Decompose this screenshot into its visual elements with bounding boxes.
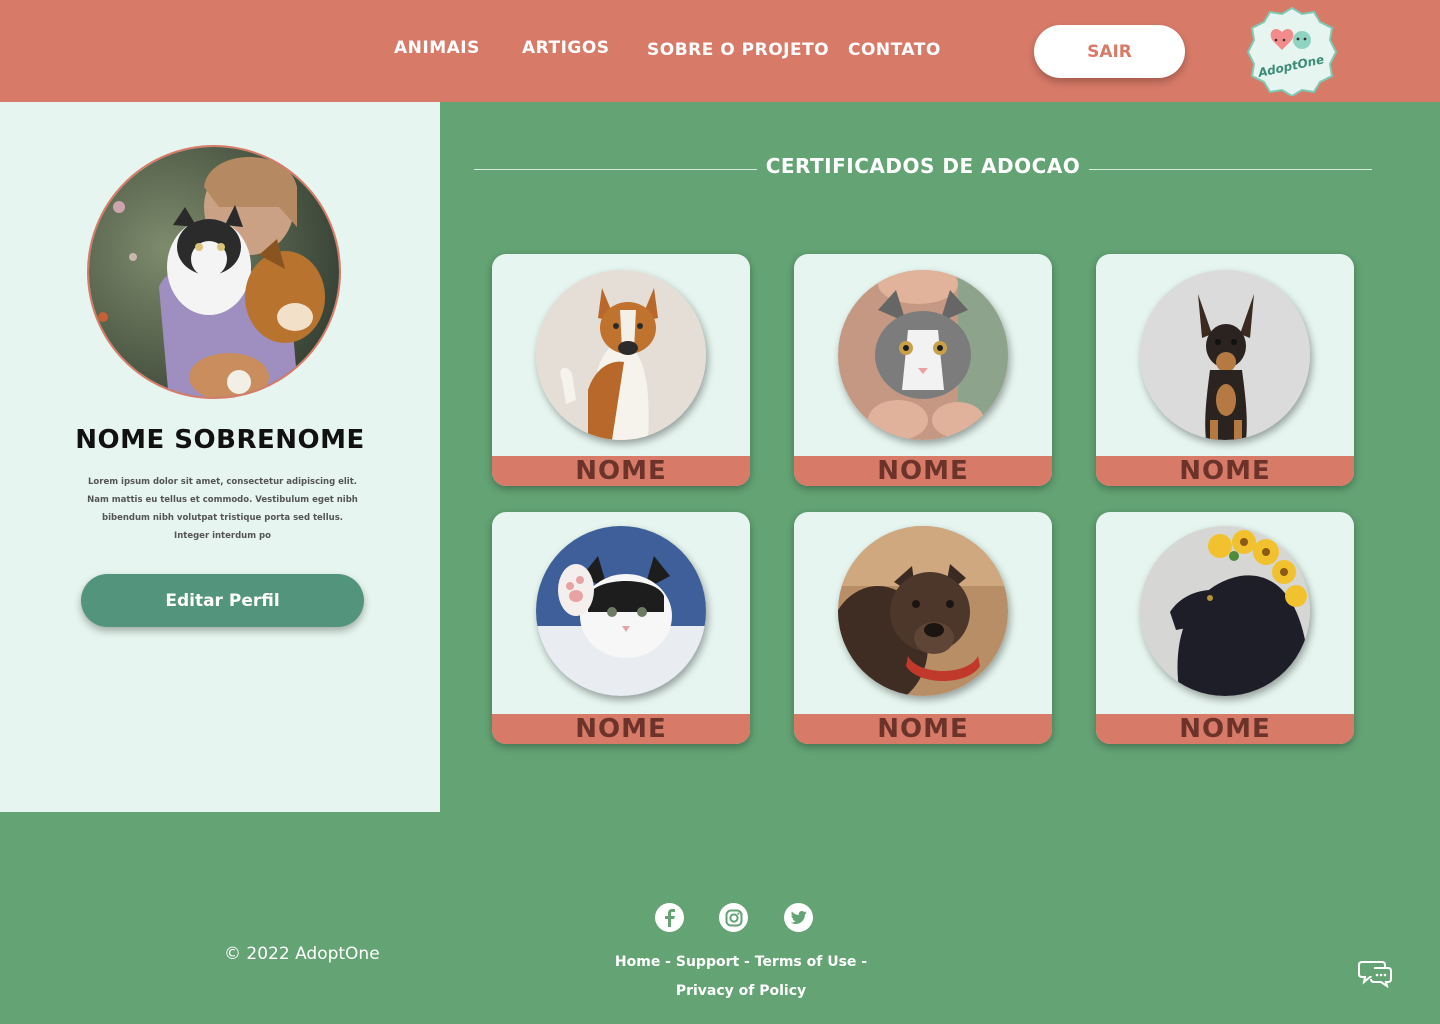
certificate-name: NOME (794, 714, 1052, 744)
animal-photo (1140, 526, 1310, 696)
certificate-card[interactable]: NOME (1096, 512, 1354, 744)
certificate-name: NOME (1096, 714, 1354, 744)
title-divider-left (474, 169, 757, 170)
animal-photo (536, 270, 706, 440)
certificates-title: CERTIFICADOS DE ADOCAO (765, 154, 1081, 178)
certificate-name: NOME (1096, 456, 1354, 486)
profile-photo (87, 145, 341, 399)
site-header: ANIMAIS ARTIGOS SOBRE O PROJETO CONTATO … (0, 0, 1440, 102)
certificate-card[interactable]: NOME (794, 254, 1052, 486)
nav-animais[interactable]: ANIMAIS (394, 38, 480, 58)
facebook-icon[interactable] (655, 903, 684, 932)
edit-profile-button[interactable]: Editar Perfil (81, 574, 364, 627)
certificate-name: NOME (492, 714, 750, 744)
certificate-name: NOME (794, 456, 1052, 486)
footer-link-terms[interactable]: Terms of Use (755, 954, 857, 970)
logout-button[interactable]: SAIR (1034, 25, 1185, 78)
animal-photo (1140, 270, 1310, 440)
animal-photo (536, 526, 706, 696)
profile-bio: Lorem ipsum dolor sit amet, consectetur … (87, 477, 358, 541)
title-divider-right (1089, 169, 1372, 170)
profile-panel: NOME SOBRENOME Lorem ipsum dolor sit ame… (0, 102, 440, 812)
footer-link-privacy[interactable]: Privacy of Policy (676, 983, 806, 999)
animal-photo (838, 270, 1008, 440)
footer-links: Home - Support - Terms of Use - Privacy … (614, 954, 868, 999)
nav-sobre-o-projeto[interactable]: SOBRE O PROJETO (647, 40, 829, 60)
instagram-icon[interactable] (719, 903, 748, 932)
twitter-icon[interactable] (784, 903, 813, 932)
profile-name: NOME SOBRENOME (75, 425, 365, 455)
certificate-card[interactable]: NOME (794, 512, 1052, 744)
certificate-card[interactable]: NOME (1096, 254, 1354, 486)
animal-photo (838, 526, 1008, 696)
chat-icon[interactable] (1358, 958, 1392, 989)
adoptone-logo[interactable]: AdoptOne (1246, 6, 1338, 98)
copyright: © 2022 AdoptOne (224, 944, 380, 964)
certificate-card[interactable]: NOME (492, 254, 750, 486)
certificate-card[interactable]: NOME (492, 512, 750, 744)
footer-link-support[interactable]: Support (676, 954, 739, 970)
nav-contato[interactable]: CONTATO (848, 40, 941, 60)
footer-link-home[interactable]: Home (615, 954, 660, 970)
certificate-name: NOME (492, 456, 750, 486)
nav-artigos[interactable]: ARTIGOS (522, 38, 610, 58)
